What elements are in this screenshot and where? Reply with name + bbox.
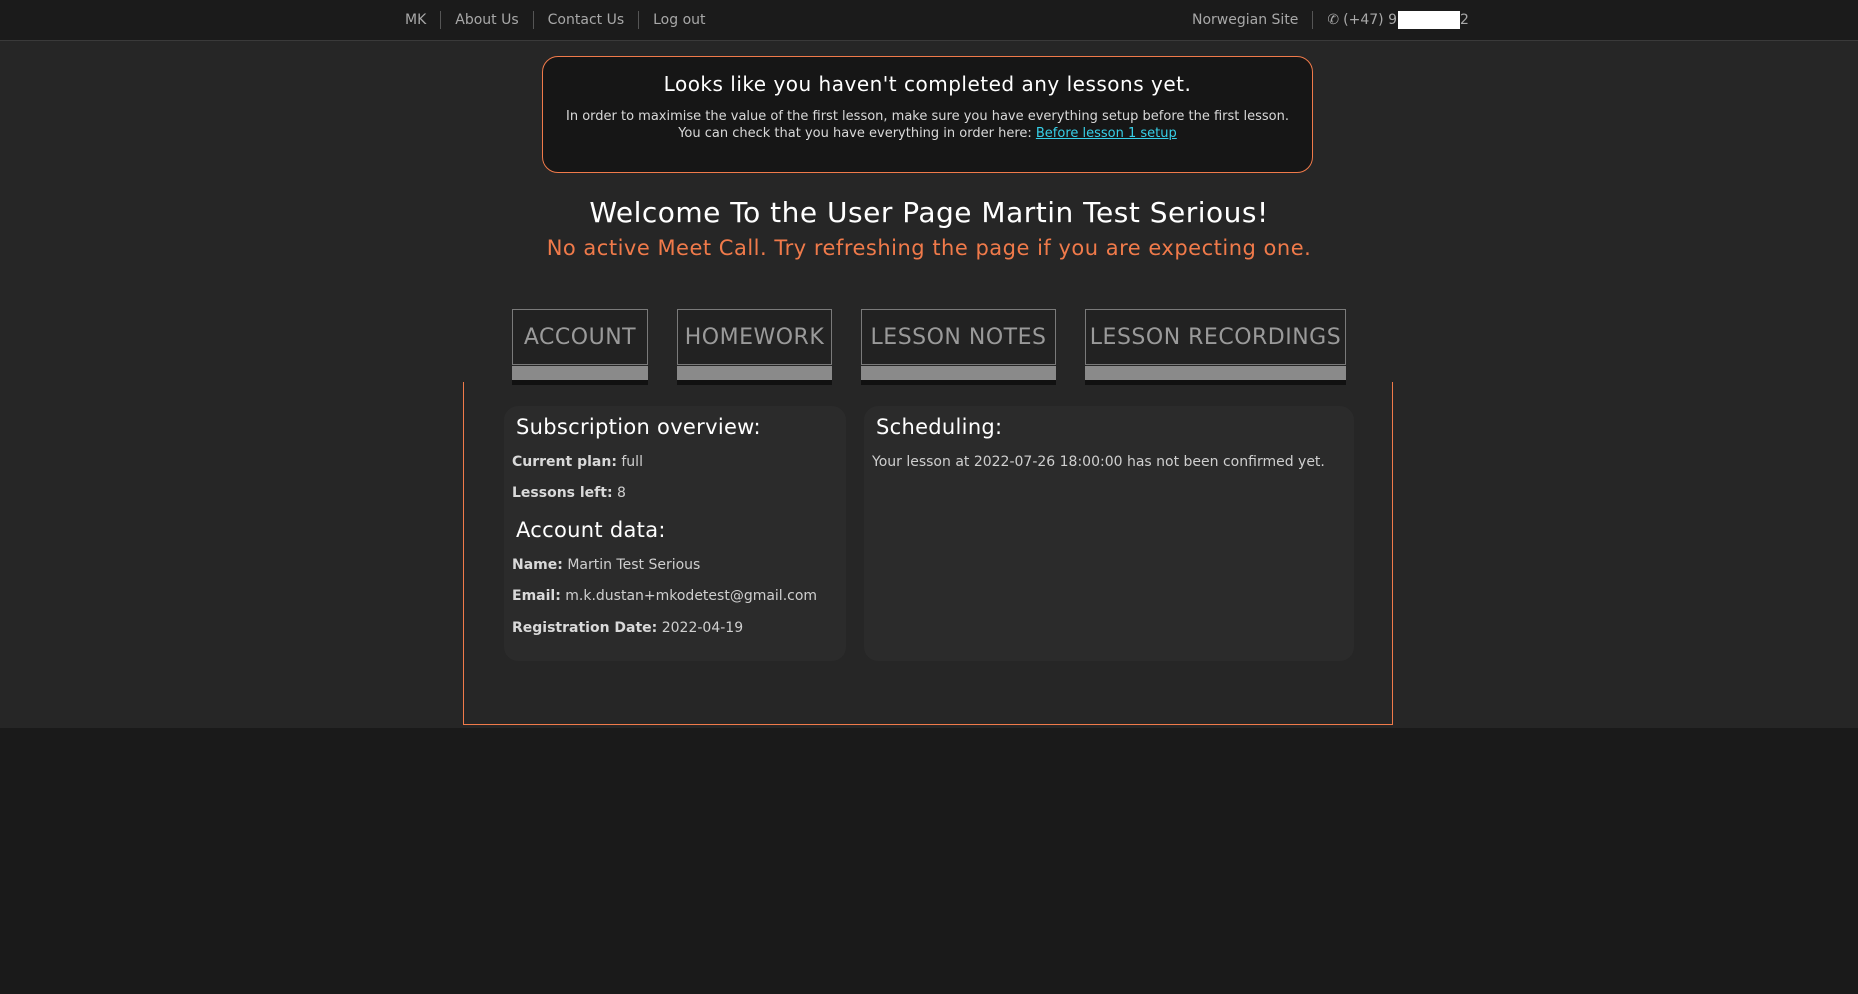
scheduling-heading: Scheduling: (876, 415, 1003, 439)
account-overview-card: Subscription overview: Current plan: ful… (504, 406, 846, 661)
notice-line-2-text: You can check that you have everything i… (678, 126, 1036, 141)
nav-home-link[interactable]: MK (405, 12, 426, 28)
lessons-left-label: Lessons left: (512, 485, 613, 501)
notice-line-1: In order to maximise the value of the fi… (565, 109, 1289, 124)
norwegian-site-link[interactable]: Norwegian Site (1192, 12, 1298, 28)
account-data-heading: Account data: (516, 518, 666, 542)
tab-lesson-recordings-indicator (1085, 366, 1346, 380)
lessons-left-field: Lessons left: 8 (512, 485, 626, 501)
phone-number-suffix: 2 (1459, 12, 1469, 28)
email-value: m.k.dustan+mkodetest@gmail.com (565, 588, 818, 604)
page-title: Welcome To the User Page Martin Test Ser… (589, 196, 1269, 229)
registration-date-value: 2022-04-19 (661, 620, 744, 636)
tab-homework[interactable]: HOMEWORK (677, 309, 832, 365)
notice-body: In order to maximise the value of the fi… (543, 108, 1312, 142)
registration-date-field: Registration Date: 2022-04-19 (512, 620, 743, 636)
phone-number-prefix[interactable]: (+47) 9 (1343, 12, 1397, 28)
top-navigation-bar: MK About Us Contact Us Log out Norwegian… (0, 0, 1858, 41)
tab-account-indicator (512, 366, 648, 380)
email-label: Email: (512, 588, 561, 604)
nav-divider (440, 11, 442, 29)
tab-account[interactable]: ACCOUNT (512, 309, 648, 365)
notice-title: Looks like you haven't completed any les… (663, 72, 1192, 96)
nav-about-link[interactable]: About Us (455, 12, 518, 28)
current-plan-value: full (621, 454, 643, 470)
nav-divider (1312, 11, 1314, 29)
name-label: Name: (512, 557, 563, 573)
email-field: Email: m.k.dustan+mkodetest@gmail.com (512, 588, 817, 604)
notice-line-2: You can check that you have everything i… (543, 125, 1312, 142)
name-field: Name: Martin Test Serious (512, 557, 700, 573)
page-footer (0, 728, 1858, 994)
nav-logout-link[interactable]: Log out (653, 12, 705, 28)
phone-icon: ✆ (1327, 12, 1340, 28)
phone-redaction-block (1397, 11, 1460, 29)
nav-divider (532, 11, 534, 29)
current-plan-label: Current plan: (512, 454, 617, 470)
registration-date-label: Registration Date: (512, 620, 658, 636)
meet-call-status: No active Meet Call. Try refreshing the … (546, 236, 1312, 260)
scheduling-card: Scheduling: Your lesson at 2022-07-26 18… (864, 406, 1354, 661)
tab-lesson-notes-indicator (861, 366, 1056, 380)
lessons-notice-box: Looks like you haven't completed any les… (542, 56, 1313, 173)
before-lesson-setup-link[interactable]: Before lesson 1 setup (1036, 126, 1177, 141)
subscription-heading: Subscription overview: (516, 415, 761, 439)
nav-divider (638, 11, 640, 29)
current-plan-field: Current plan: full (512, 454, 643, 470)
tab-homework-indicator (677, 366, 832, 380)
main-content: Looks like you haven't completed any les… (0, 41, 1858, 728)
scheduling-message: Your lesson at 2022-07-26 18:00:00 has n… (872, 454, 1325, 470)
nav-left: MK About Us Contact Us Log out (405, 0, 706, 40)
nav-contact-link[interactable]: Contact Us (548, 12, 624, 28)
name-value: Martin Test Serious (567, 557, 701, 573)
tab-lesson-recordings[interactable]: LESSON RECORDINGS (1085, 309, 1346, 365)
tab-lesson-notes[interactable]: LESSON NOTES (861, 309, 1056, 365)
lessons-left-value: 8 (617, 485, 626, 501)
nav-right: Norwegian Site ✆ (+47) 9 2 (1192, 0, 1469, 40)
